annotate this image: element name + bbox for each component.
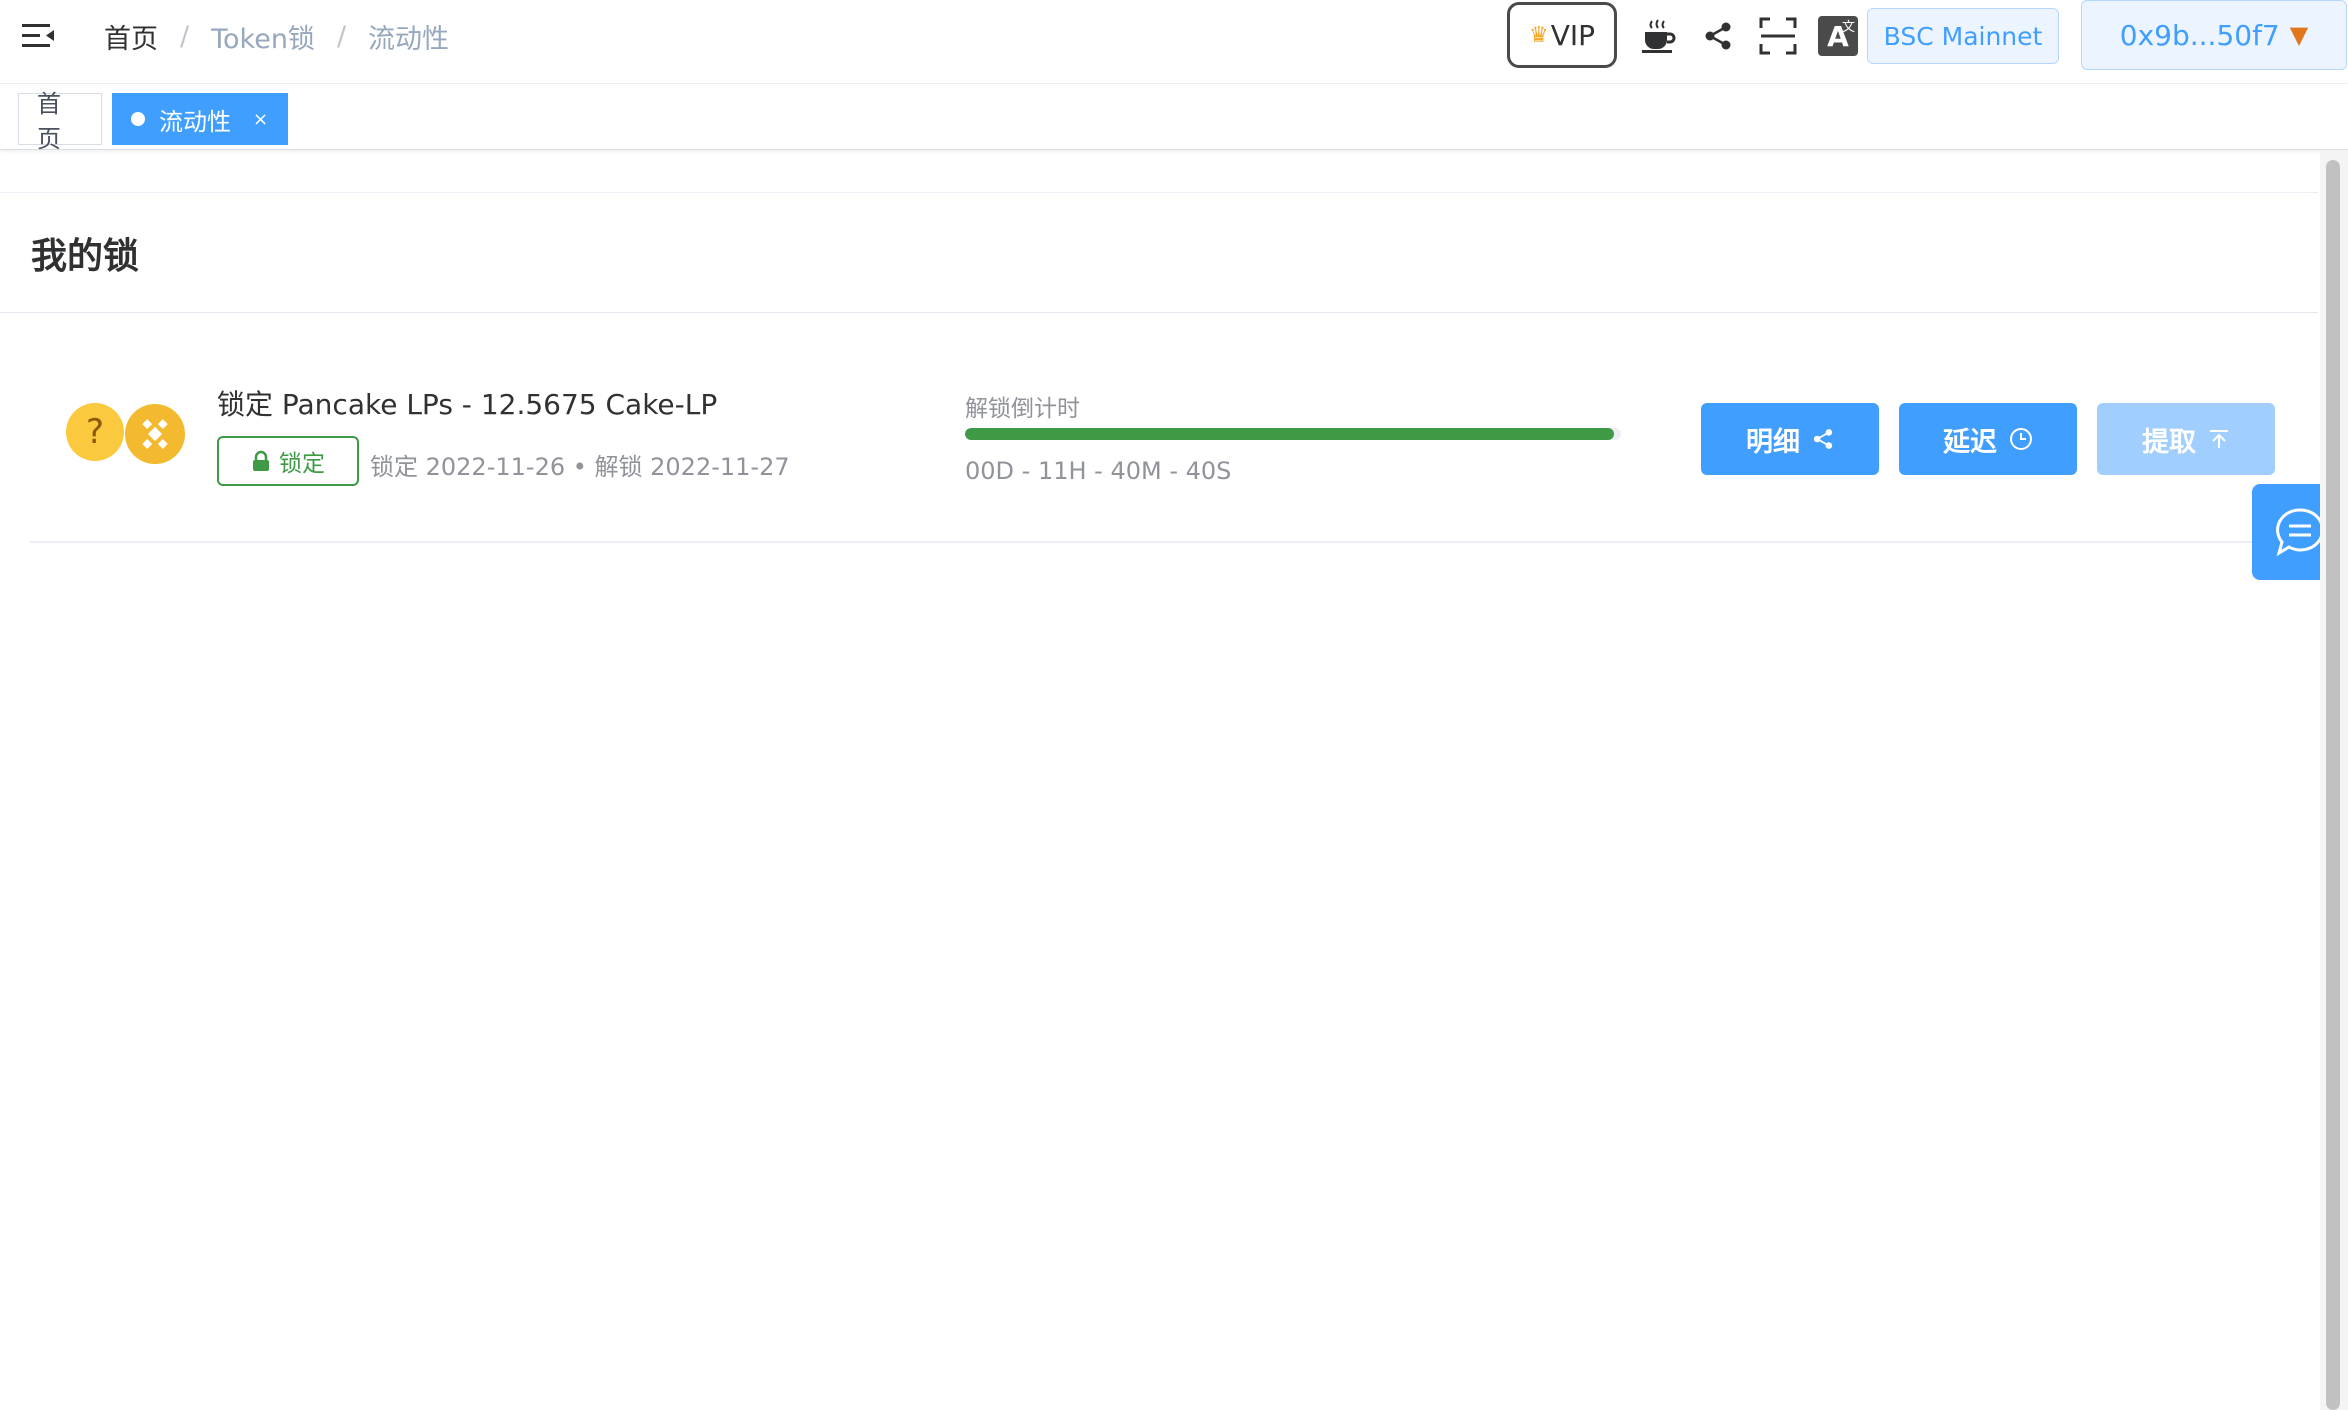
vip-button[interactable]: ♛ VIP [1507,2,1617,68]
breadcrumb-token-lock[interactable]: Token锁 [211,17,315,56]
scrollbar[interactable] [2320,150,2348,1410]
clock-icon [2010,428,2032,450]
detail-label: 明细 [1746,426,1800,458]
countdown-value: 00D - 11H - 40M - 40S [965,457,1232,485]
tab-liquidity-label: 流动性 [159,107,231,136]
chat-bubble-icon [2276,508,2325,557]
page-title: 我的锁 [31,235,140,277]
extend-label: 延迟 [1943,426,1997,458]
lock-dates: 锁定 2022-11-26 • 解锁 2022-11-27 [370,453,790,481]
main-content: 我的锁 ? 锁定 Pancake LPs - 12.5675 Cake-LP 锁… [0,192,2318,1410]
share-icon [1813,429,1833,449]
breadcrumb-home[interactable]: 首页 [104,17,158,56]
menu-toggle-icon[interactable] [20,18,56,54]
lock-icon [253,450,269,471]
locked-status-badge: 锁定 [217,436,359,486]
wallet-button[interactable]: 0x9b...50f7 ▼ [2081,0,2347,70]
tags-view-bar: 首页 流动性 × [0,84,2348,153]
locked-status-label: 锁定 [279,451,325,477]
withdraw-button[interactable]: 提取 [2097,403,2275,475]
share-icon[interactable] [1696,14,1740,58]
coffee-icon[interactable] [1636,14,1680,58]
top-header: 首页 / Token锁 / 流动性 ♛ VIP A文 BSC Mainnet 0… [0,0,2348,84]
bnb-token-icon [124,403,186,465]
scrollbar-thumb[interactable] [2326,160,2340,1410]
upload-icon [2210,430,2228,448]
tab-liquidity[interactable]: 流动性 × [112,93,288,145]
withdraw-label: 提取 [2142,426,2196,458]
breadcrumb-separator: / [180,20,190,52]
translate-icon[interactable]: A文 [1816,14,1860,58]
tab-close-icon[interactable]: × [253,109,268,130]
thinking-face-icon: ? [66,403,124,461]
wallet-address: 0x9b...50f7 [2119,18,2280,52]
card-header: 我的锁 [0,193,2318,313]
tab-home[interactable]: 首页 [18,90,102,153]
unlock-progress-bar [965,428,1621,440]
vip-label: VIP [1550,18,1596,52]
network-select-button[interactable]: BSC Mainnet [1867,8,2059,64]
crown-icon: ♛ [1528,22,1549,48]
lock-list-item: ? 锁定 Pancake LPs - 12.5675 Cake-LP 锁定 锁定… [30,343,2318,543]
metamask-fox-icon: ▼ [2289,21,2309,49]
breadcrumb-liquidity: 流动性 [368,23,450,55]
unlock-progress-fill [965,428,1615,440]
extend-button[interactable]: 延迟 [1899,403,2077,475]
lock-title: 锁定 Pancake LPs - 12.5675 Cake-LP [217,388,718,421]
countdown-label: 解锁倒计时 [965,396,1080,422]
breadcrumb-separator: / [336,20,347,52]
active-dot-icon [131,112,145,126]
detail-button[interactable]: 明细 [1701,403,1879,475]
fullscreen-icon[interactable] [1756,14,1800,58]
breadcrumb: 首页 / Token锁 / 流动性 [104,16,449,56]
